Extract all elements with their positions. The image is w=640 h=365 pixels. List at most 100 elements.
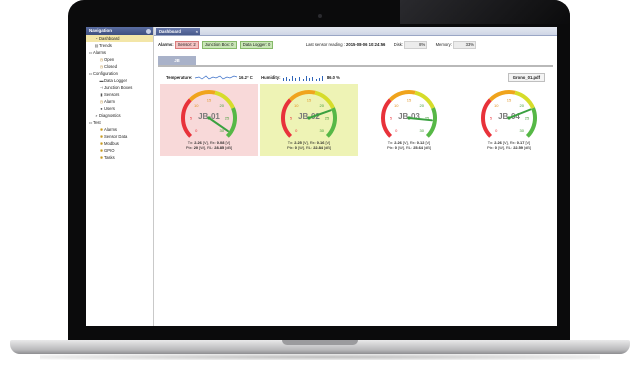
sidebar-item-label: GPIO [104,148,115,153]
gauge-hub [207,116,211,120]
gauge-tick-label: 25 [325,116,330,121]
close-icon[interactable]: × [196,28,198,35]
sidebar-item-label: Open [104,57,115,62]
sidebar-item-label: Sensors [104,92,120,97]
screen-glare [400,0,570,24]
gauge-tick-label: 30 [320,128,325,133]
gauge-tick-label: 15 [507,98,512,103]
gauge-arc-segment [525,107,537,138]
sidebar-item[interactable]: ✱Tasks [86,154,153,161]
tab-bar: Dashboard × [154,27,557,36]
sidebar-item[interactable]: ▭Test [86,119,153,126]
sidebar-item[interactable]: ●Users [86,105,153,112]
gauge-tick-label: 5 [290,116,293,121]
gauge-tick-label: 10 [394,103,399,108]
sidebar-item[interactable]: ▭Alarms [86,49,153,56]
humidity-label: Humidity: [261,75,281,80]
sidebar-item-label: Configuration [93,71,118,76]
gauge-arc-segment [425,107,437,138]
sidebar-item-label: Sensor Data [104,134,128,139]
sidebar-item-label: Modbus [104,141,119,146]
gauge-dial: 051015202530JB-02 [281,90,337,138]
sidebar-item[interactable]: ◔Dashboard [86,35,153,42]
gauge-tick-label: 20 [320,103,325,108]
sidebar-item[interactable]: ✱Sensor Data [86,133,153,140]
gauge-arc-segment [414,90,435,109]
gauge-card[interactable]: 051015202530JB-02Tx: 2.25 [V], Rx: 0.16 … [260,84,358,156]
temperature-sparkline [194,75,237,80]
gauge-tick-label: 30 [520,128,525,133]
gauge-tick-label: 0 [195,128,198,133]
sidebar-item[interactable]: ◷Open [86,56,153,63]
sidebar-item-label: Dashboard [99,36,120,41]
last-reading-value: 2015-08-06 10:24:56 [346,42,386,48]
laptop-notch [282,340,358,345]
sidebar-item[interactable]: ✱GPIO [86,147,153,154]
gauge-tick-label: 0 [395,128,398,133]
gauge-tick-label: 0 [295,128,298,133]
collapse-icon[interactable] [146,28,151,34]
gauge-arc-segment [325,107,337,138]
sidebar-item[interactable]: ▬Data Logger [86,77,153,84]
gauge-caption-line2: Ptx: 0 [W], RL: 22.59 [dB] [487,145,531,150]
last-reading-label: Last sensor reading : [305,42,345,48]
memory-label: Memory: [435,42,452,48]
sidebar-item[interactable]: ◷Alarm [86,98,153,105]
sensor-alarm-badge[interactable]: Sensor: 2 [174,41,199,50]
data-logger-badge[interactable]: Data Logger: 0 [239,41,274,50]
gauge-tick-label: 5 [390,116,393,121]
gauge-dial: 051015202530JB-03 [381,90,437,138]
gauge-arc-segment [388,90,416,102]
gauge-arc-segment [214,90,235,109]
gauge-card[interactable]: 051015202530JB-04Tx: 2.26 [V], Rx: 0.17 … [460,84,557,156]
sidebar-item-label: Test [93,120,101,125]
disk-meter: 8% [404,41,428,49]
tab-jb[interactable]: JB [158,56,196,65]
navigation-tree: ◔Dashboard ▤Trends ▭Alarms ◷Open ◷Closed ▭Con… [86,35,153,161]
sidebar-header: Navigation [86,27,153,35]
disk-label: Disk: [393,42,404,48]
subtab-bar: JB [158,56,553,67]
gauge-hub [507,116,511,120]
gauge-tick-label: 20 [520,103,525,108]
sidebar-title: Navigation [89,28,113,33]
sidebar-item[interactable]: ▤Trends [86,42,153,49]
memory-meter: 33% [453,41,477,49]
sidebar-item[interactable]: ◷Closed [86,63,153,70]
gauge-card[interactable]: 051015202530JB-03Tx: 2.26 [V], Rx: 0.12 … [360,84,458,156]
gauge-arc-segment [288,90,316,102]
gauge-caption-line2: Ptx: 20 [W], RL: 28.85 [dB] [185,145,233,150]
pdf-report-button[interactable]: Grono_01.pdf [507,73,545,82]
sidebar-item[interactable]: ▭Configuration [86,70,153,77]
gauge-dial: 051015202530JB-01 [181,90,237,138]
alarms-label: Alarms: [158,42,174,48]
status-bar: Alarms: Sensor: 2 Junction Box: 0 Data L… [158,41,553,50]
sidebar-item-label: Alarm [104,99,115,104]
laptop-shadow [40,354,600,360]
sidebar-item[interactable]: ▮Sensors [86,91,153,98]
temperature-value: 16.2° C [238,75,253,80]
sidebar-item[interactable]: ✱Modbus [86,140,153,147]
sidebar-item-label: Closed [104,64,118,69]
tab-dashboard[interactable]: Dashboard × [156,27,200,35]
app-screen: Navigation ◔Dashboard ▤Trends ▭Alarms ◷Open… [86,27,557,326]
sidebar-item-label: Trends [99,43,112,48]
sidebar-item-label: Alarms [93,50,107,55]
gauge-arc-segment [488,90,516,102]
gauge-arc-segment [514,90,535,109]
gauge-tick-label: 25 [225,116,230,121]
gauge-hub [307,116,311,120]
gauge-dial: 051015202530JB-04 [481,90,537,138]
sidebar-item[interactable]: ⊣Junction Boxes [86,84,153,91]
junction-box-badge[interactable]: Junction Box: 0 [201,41,237,50]
gauge-tick-label: 20 [220,103,225,108]
gauge-caption-line2: Ptx: 0 [W], RL: 25.64 [dB] [387,145,431,150]
gauge-tick-label: 10 [494,103,499,108]
temperature-label: Temperature: [166,75,193,80]
gauge-card[interactable]: 051015202530JB-01Tx: 2.26 [V], Rx: 0.08 … [160,84,258,156]
sidebar-item[interactable]: ⌕Diagnostics [86,112,153,119]
gauge-tick-label: 30 [420,128,425,133]
gauge-arc-segment [225,107,237,138]
sidebar-item[interactable]: ✱Alarms [86,126,153,133]
webcam [318,14,322,18]
